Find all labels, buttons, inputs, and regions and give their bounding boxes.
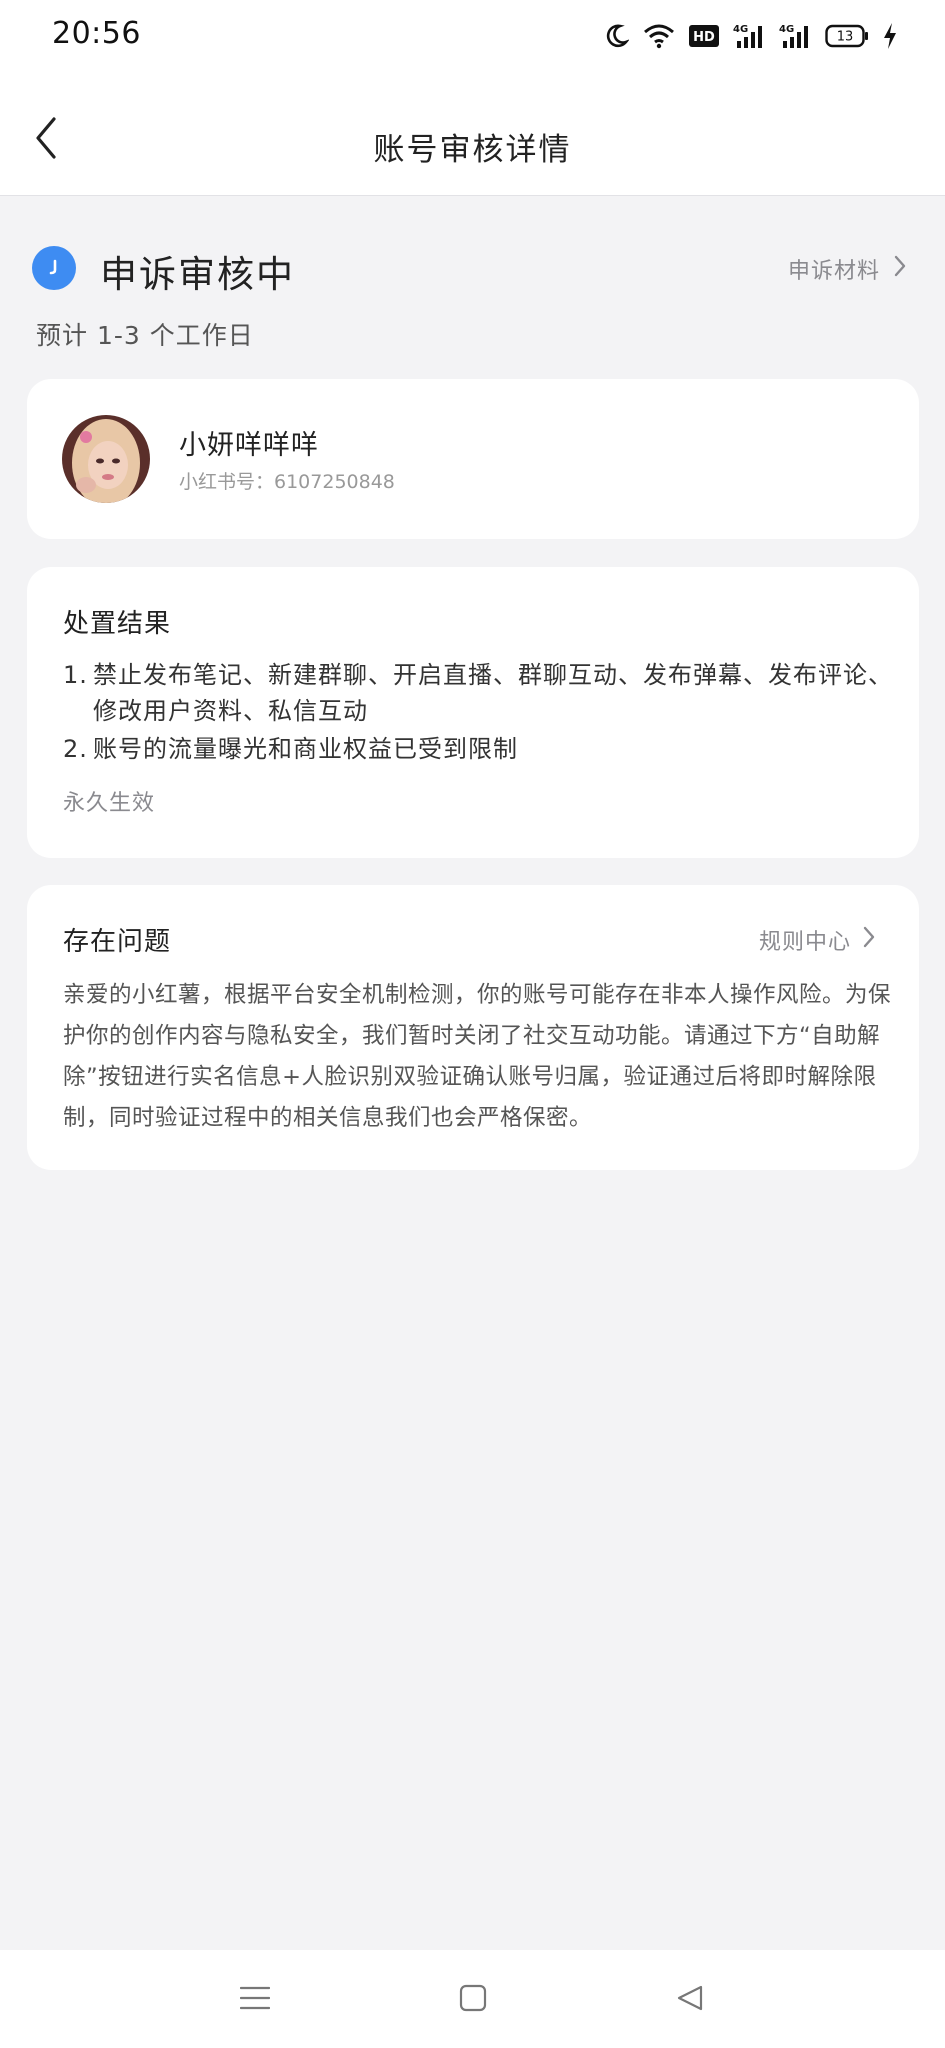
chevron-right-icon: [863, 926, 875, 954]
moon-icon: [605, 23, 629, 49]
battery-icon: 13: [825, 24, 869, 48]
list-item: 1. 禁止发布笔记、新建群聊、开启直播、群聊互动、发布弹幕、发布评论、修改用户资…: [63, 657, 903, 729]
page-title: 账号审核详情: [373, 132, 572, 168]
system-nav-bar: [0, 1950, 945, 2048]
result-heading: 处置结果: [63, 609, 172, 639]
wifi-icon: [643, 23, 675, 49]
network-label: 4G: [779, 24, 794, 35]
issue-card: 存在问题 规则中心 亲爱的小红薯，根据平台安全机制检测，你的账号可能存在非本人操…: [27, 885, 919, 1170]
profile-name: 小妍咩咩咩: [179, 430, 319, 461]
list-item-text: 禁止发布笔记、新建群聊、开启直播、群聊互动、发布弹幕、发布评论、修改用户资料、私…: [93, 661, 893, 725]
result-list: 1. 禁止发布笔记、新建群聊、开启直播、群聊互动、发布弹幕、发布评论、修改用户资…: [63, 657, 903, 769]
profile-id: 小红书号：6107250848: [179, 471, 395, 493]
list-item-number: 2.: [63, 735, 88, 763]
issue-body: 亲爱的小红薯，根据平台安全机制检测，你的账号可能存在非本人操作风险。为保护你的创…: [63, 982, 892, 1131]
hd-label: HD: [693, 30, 715, 45]
chevron-right-icon: [894, 255, 906, 283]
rules-center-link[interactable]: 规则中心: [759, 925, 875, 955]
status-bar: 20:56 HD 4G 4G 13: [0, 0, 945, 72]
appeal-status-title: 申诉审核中: [100, 253, 295, 296]
list-item-number: 1.: [63, 661, 88, 689]
appeal-materials-link[interactable]: 申诉材料: [788, 252, 906, 286]
list-item-text: 账号的流量曝光和商业权益已受到限制: [93, 735, 518, 763]
home-square-icon: [459, 1984, 487, 2016]
back-triangle-icon: [676, 1984, 704, 2016]
status-icons: HD 4G 4G 13: [605, 20, 897, 52]
hd-icon: HD: [689, 24, 719, 48]
menu-button[interactable]: [233, 1978, 277, 2022]
appeal-status-row: 申诉审核中 申诉材料: [32, 244, 912, 296]
list-item: 2. 账号的流量曝光和商业权益已受到限制: [63, 731, 903, 767]
result-card: 处置结果 1. 禁止发布笔记、新建群聊、开启直播、群聊互动、发布弹幕、发布评论、…: [27, 567, 919, 858]
issue-heading: 存在问题: [63, 927, 172, 957]
charging-icon: [883, 23, 897, 49]
estimate-text: 预计 1-3 个工作日: [36, 321, 254, 350]
network-label: 4G: [733, 24, 748, 35]
profile-card: 小妍咩咩咩 小红书号：6107250848: [27, 379, 919, 539]
battery-level: 13: [837, 30, 854, 45]
clock-icon: [32, 246, 76, 290]
system-back-button[interactable]: [668, 1978, 712, 2022]
rules-center-label: 规则中心: [758, 930, 851, 955]
home-button[interactable]: [451, 1978, 495, 2022]
appeal-materials-label: 申诉材料: [787, 259, 880, 284]
status-time: 20:56: [52, 16, 141, 51]
avatar[interactable]: [62, 415, 150, 503]
duration-text: 永久生效: [63, 791, 156, 816]
signal-4g-icon: 4G: [779, 22, 811, 50]
signal-4g-icon: 4G: [733, 22, 765, 50]
menu-icon: [239, 1985, 271, 2015]
top-nav-bar: 账号审核详情: [0, 72, 945, 196]
